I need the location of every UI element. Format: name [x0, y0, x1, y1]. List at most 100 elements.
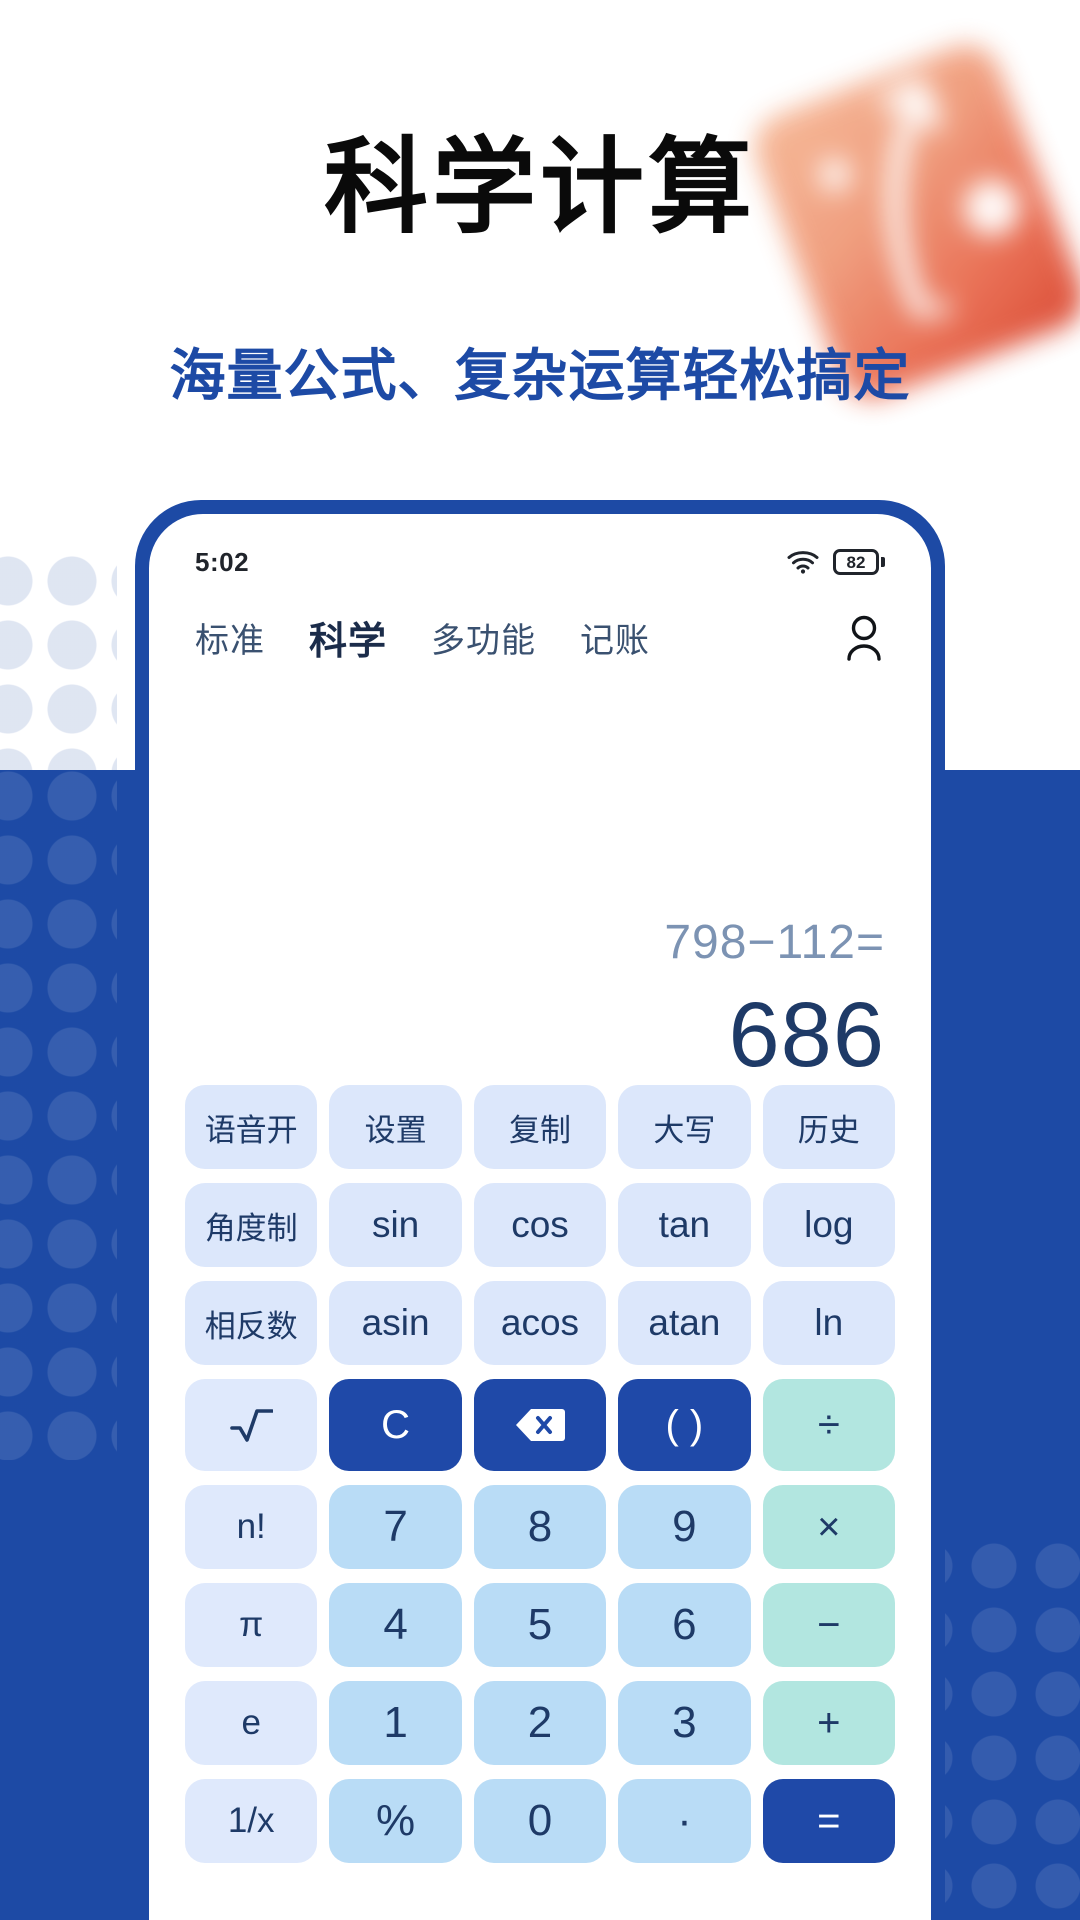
page-stage: ✦ 科学计算 海量公式、复杂运算轻松搞定 5:02 82 标准 科学 多功能 记… — [0, 0, 1080, 1920]
battery-cap — [881, 557, 885, 567]
key-uppercase[interactable]: 大写 — [618, 1085, 751, 1169]
white-star-icon: ✦ — [922, 286, 960, 335]
key-9[interactable]: 9 — [618, 1485, 751, 1569]
key-copy[interactable]: 复制 — [473, 1085, 607, 1169]
key-label: 6 — [672, 1600, 697, 1649]
calculator-display: 798−112= 686 — [149, 665, 931, 1086]
key-sqrt[interactable] — [185, 1379, 318, 1471]
key-8[interactable]: 8 — [473, 1485, 607, 1569]
key-label: π — [239, 1605, 264, 1644]
key-label: 大写 — [653, 1112, 716, 1148]
key-log[interactable]: log — [762, 1183, 895, 1267]
key-label: C — [381, 1402, 411, 1447]
phone-mockup-frame: 5:02 82 标准 科学 多功能 记账 798−112= 686 语音开 设置… — [135, 500, 945, 1920]
key-decimal-point[interactable]: · — [618, 1779, 751, 1863]
key-asin[interactable]: asin — [329, 1281, 462, 1365]
key-acos[interactable]: acos — [473, 1281, 607, 1365]
key-label: 语音开 — [204, 1112, 298, 1148]
key-label: 角度制 — [204, 1210, 298, 1246]
key-label: tan — [658, 1204, 711, 1245]
backspace-icon — [515, 1409, 565, 1441]
key-label: atan — [648, 1302, 721, 1343]
key-3[interactable]: 3 — [618, 1681, 751, 1765]
key-1[interactable]: 1 — [329, 1681, 462, 1765]
sqrt-icon — [230, 1409, 274, 1442]
key-label: + — [817, 1700, 841, 1745]
key-clear[interactable]: C — [329, 1379, 462, 1471]
key-reciprocal[interactable]: 1/x — [185, 1779, 318, 1863]
key-cos[interactable]: cos — [473, 1183, 607, 1267]
key-label: 1 — [383, 1698, 408, 1747]
key-divide[interactable]: ÷ — [762, 1379, 895, 1471]
tab-multifunc[interactable]: 多功能 — [431, 613, 536, 662]
key-label: · — [677, 1796, 692, 1845]
key-label: 设置 — [364, 1112, 427, 1148]
tab-standard[interactable]: 标准 — [195, 613, 265, 662]
key-0[interactable]: 0 — [473, 1779, 607, 1863]
key-sin[interactable]: sin — [329, 1183, 462, 1267]
tab-bookkeeping[interactable]: 记账 — [580, 613, 650, 662]
key-tan[interactable]: tan — [618, 1183, 751, 1267]
battery-level-label: 82 — [846, 552, 866, 572]
key-5[interactable]: 5 — [473, 1583, 607, 1667]
key-label: e — [241, 1703, 261, 1742]
status-bar: 5:02 82 — [149, 514, 931, 588]
key-label: ( ) — [665, 1402, 704, 1447]
key-ln[interactable]: ln — [762, 1281, 895, 1365]
battery-icon: 82 — [833, 549, 885, 575]
key-e[interactable]: e — [185, 1681, 318, 1765]
key-parentheses[interactable]: ( ) — [618, 1379, 751, 1471]
mode-tab-bar: 标准 科学 多功能 记账 — [149, 588, 931, 665]
key-4[interactable]: 4 — [329, 1583, 462, 1667]
key-label: log — [804, 1204, 854, 1245]
key-atan[interactable]: atan — [618, 1281, 751, 1365]
dot-pattern-left-on-blue — [0, 770, 117, 1460]
key-label: 复制 — [508, 1112, 571, 1148]
key-percent[interactable]: % — [329, 1779, 462, 1863]
key-label: 4 — [383, 1600, 408, 1649]
tab-scientific[interactable]: 科学 — [309, 610, 387, 665]
key-label: 9 — [672, 1502, 697, 1551]
key-label: = — [817, 1798, 841, 1843]
key-voice-on[interactable]: 语音开 — [185, 1085, 318, 1169]
page-title: 科学计算 — [323, 130, 756, 246]
calculator-keypad: 语音开 设置 复制 大写 历史角度制 sin cos tan log 相反数 asin acos ata… — [149, 1085, 931, 1863]
key-settings[interactable]: 设置 — [329, 1085, 462, 1169]
key-label: 7 — [383, 1502, 408, 1551]
key-label: n! — [236, 1507, 266, 1546]
key-label: cos — [511, 1204, 569, 1245]
key-pi[interactable]: π — [185, 1583, 318, 1667]
wifi-icon — [787, 551, 819, 574]
key-label: 3 — [672, 1698, 697, 1747]
key-label: acos — [500, 1302, 580, 1343]
key-plus[interactable]: + — [762, 1681, 895, 1765]
key-negate[interactable]: 相反数 — [185, 1281, 318, 1365]
key-degree-mode[interactable]: 角度制 — [185, 1183, 318, 1267]
key-history[interactable]: 历史 — [762, 1085, 895, 1169]
key-equals[interactable]: = — [762, 1779, 895, 1863]
key-label: ÷ — [817, 1402, 840, 1447]
key-label: × — [817, 1504, 841, 1549]
key-label: − — [817, 1602, 841, 1647]
key-label: 2 — [527, 1698, 553, 1747]
key-6[interactable]: 6 — [618, 1583, 751, 1667]
status-bar-indicators: 82 — [787, 549, 885, 575]
key-label: 1/x — [227, 1801, 275, 1840]
key-multiply[interactable]: × — [762, 1485, 895, 1569]
display-result: 686 — [728, 984, 885, 1086]
key-factorial[interactable]: n! — [185, 1485, 318, 1569]
phone-screen: 5:02 82 标准 科学 多功能 记账 798−112= 686 语音开 设置… — [149, 514, 931, 1920]
key-7[interactable]: 7 — [329, 1485, 462, 1569]
key-label: sin — [371, 1204, 420, 1245]
status-bar-time: 5:02 — [195, 546, 250, 577]
key-label: 0 — [527, 1796, 553, 1845]
user-account-icon[interactable] — [843, 615, 885, 661]
page-subtitle: 海量公式、复杂运算轻松搞定 — [169, 344, 911, 407]
key-2[interactable]: 2 — [473, 1681, 607, 1765]
key-backspace[interactable] — [473, 1379, 607, 1471]
key-minus[interactable]: − — [762, 1583, 895, 1667]
key-label: 5 — [527, 1600, 553, 1649]
key-label: % — [376, 1796, 416, 1845]
key-label: 历史 — [797, 1112, 860, 1148]
display-expression: 798−112= — [664, 916, 885, 969]
